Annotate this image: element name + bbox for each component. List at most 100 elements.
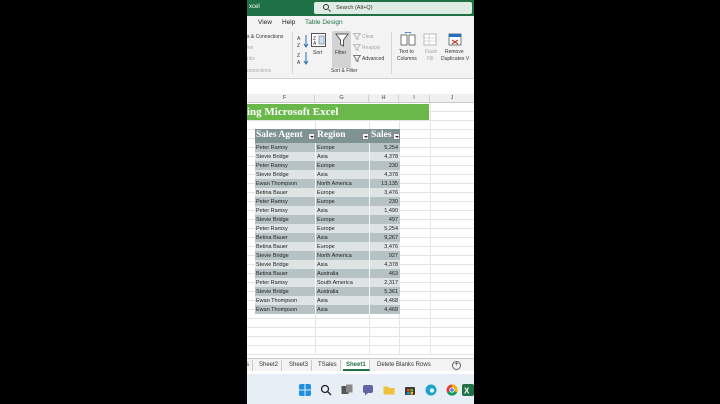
menu-table-design[interactable]: Table Design <box>305 19 343 26</box>
table-row[interactable]: Stevie Bridge Asia 4,378 <box>255 152 400 161</box>
cell-sales: 4,378 <box>384 261 398 268</box>
table-row[interactable]: Stevie Bridge Europe 497 <box>255 215 400 224</box>
sheet-tab-sheet2[interactable]: Sheet2 <box>256 360 283 371</box>
edge-browser-icon[interactable] <box>425 384 437 396</box>
table-row[interactable]: Betina Bauer Europe 3,476 <box>255 188 400 197</box>
table-row[interactable]: Betina Bauer Europe 3,476 <box>255 242 400 251</box>
column-header-j[interactable]: J <box>430 95 474 103</box>
cell-region: Asia <box>317 234 328 241</box>
sheet-tab-sheet1[interactable]: Sheet1 <box>343 360 370 371</box>
title-banner[interactable]: ing Microsoft Excel <box>247 104 429 120</box>
teams-chat-icon[interactable] <box>362 384 374 396</box>
svg-text:X: X <box>464 387 470 396</box>
column-header-h[interactable]: H <box>369 95 399 103</box>
table-row[interactable]: Peter Ramsy Europe 230 <box>255 161 400 170</box>
sheet-tab-tsales[interactable]: TSales <box>315 360 341 371</box>
reapply-icon[interactable] <box>353 44 361 51</box>
filter-dropdown-icon[interactable] <box>393 133 400 140</box>
search-placeholder: Search (Alt+Q) <box>336 5 373 11</box>
file-explorer-icon[interactable] <box>383 384 395 396</box>
queries-connections-button[interactable]: s & Connections <box>247 34 283 40</box>
cell-region: Asia <box>317 207 328 214</box>
text-to-columns-icon[interactable] <box>400 32 416 47</box>
remove-duplicates-label-1[interactable]: Remove <box>445 49 464 55</box>
table-row[interactable]: Stevie Bridge Asia 4,378 <box>255 170 400 179</box>
edit-links-button[interactable]: nks <box>247 56 255 62</box>
search-box[interactable]: Search (Alt+Q) <box>314 2 472 14</box>
table-row[interactable]: Ewan Thompson Asia 4,468 <box>255 296 400 305</box>
cell-sales-agent: Betina Bauer <box>256 270 288 277</box>
remove-duplicates-label-2[interactable]: Duplicates V <box>441 56 469 62</box>
clear-filter-icon[interactable] <box>353 33 361 40</box>
cell-region: Europe <box>317 216 335 223</box>
store-icon[interactable] <box>404 384 416 396</box>
clear-button[interactable]: Clear <box>362 34 374 40</box>
column-header-g[interactable]: G <box>315 95 369 103</box>
remove-duplicates-icon[interactable] <box>448 32 462 47</box>
column-header-f[interactable]: F <box>255 95 315 103</box>
table-row[interactable]: Ewan Thompson North America 13,135 <box>255 179 400 188</box>
header-sales: Sales <box>371 130 392 140</box>
chrome-browser-icon[interactable] <box>446 384 458 396</box>
sheet-tab-s[interactable]: s <box>247 360 253 371</box>
cell-region: North America <box>317 252 352 259</box>
sort-button[interactable]: Sort <box>313 50 322 56</box>
table-row[interactable]: Ewan Thompson Asia 4,468 <box>255 305 400 314</box>
sheet-tab-delete-blanks-rows[interactable]: Delete Blanks Rows <box>374 360 434 371</box>
cell-sales: 3,476 <box>384 243 398 250</box>
header-sales-agent: Sales Agent <box>256 130 303 140</box>
ribbon: s & Connections ies nks onnections A Z Z… <box>247 29 474 79</box>
advanced-filter-icon[interactable] <box>353 55 361 62</box>
menu-help[interactable]: Help <box>282 19 295 26</box>
filter-dropdown-icon[interactable] <box>308 133 315 140</box>
table-row[interactable]: Peter Ramsy Asia 1,490 <box>255 206 400 215</box>
cell-region: Asia <box>317 297 328 304</box>
table-header-row: Sales Agent Region Sales <box>255 129 400 143</box>
cell-region: Europe <box>317 144 335 151</box>
properties-button[interactable]: ies <box>247 45 253 51</box>
reapply-button[interactable]: Reapply <box>362 45 380 51</box>
table-row[interactable]: Stevie Bridge Australia 5,361 <box>255 287 400 296</box>
svg-text:Z: Z <box>297 43 300 48</box>
filter-funnel-icon <box>335 33 349 47</box>
cell-sales-agent: Peter Ramsy <box>256 198 288 205</box>
add-sheet-icon[interactable]: + <box>452 361 461 370</box>
filter-dropdown-icon[interactable] <box>362 133 369 140</box>
table-row[interactable]: Stevie Bridge Asia 4,378 <box>255 260 400 269</box>
sort-dialog-icon[interactable]: Z A <box>311 33 326 47</box>
ribbon-separator <box>391 32 392 74</box>
flash-fill-label-2[interactable]: Fill <box>427 56 433 62</box>
text-to-columns-label-2[interactable]: Columns <box>397 56 417 62</box>
table-row[interactable]: Peter Ramsy Europe 5,254 <box>255 143 400 152</box>
title-bar: xcel Search (Alt+Q) <box>247 0 474 16</box>
task-view-icon[interactable] <box>341 384 353 396</box>
table-row[interactable]: Stevie Bridge North America 927 <box>255 251 400 260</box>
sales-table: Sales Agent Region Sales Peter Ramsy Euro… <box>255 129 400 314</box>
sheet-tab-sheet3[interactable]: Sheet3 <box>286 360 313 371</box>
windows-start-icon[interactable] <box>299 384 311 396</box>
windows-taskbar: X <box>247 374 474 404</box>
column-header-i[interactable]: I <box>399 95 430 103</box>
cell-region: Australia <box>317 288 339 295</box>
cell-sales: 4,468 <box>384 306 398 313</box>
menu-bar: View Help Table Design <box>247 16 474 29</box>
cell-sales-agent: Betina Bauer <box>256 234 288 241</box>
menu-view[interactable]: View <box>258 19 272 26</box>
table-row[interactable]: Betina Bauer Australia 463 <box>255 269 400 278</box>
table-row[interactable]: Peter Ramsy South America 2,317 <box>255 278 400 287</box>
cell-sales: 1,490 <box>384 207 398 214</box>
table-row[interactable]: Peter Ramsy Europe 5,254 <box>255 224 400 233</box>
flash-fill-icon[interactable] <box>423 32 437 47</box>
table-row[interactable]: Betina Bauer Asia 9,267 <box>255 233 400 242</box>
excel-app-icon[interactable]: X <box>462 384 474 396</box>
taskbar-search-icon[interactable] <box>320 384 332 396</box>
advanced-button[interactable]: Advanced <box>362 56 384 62</box>
cell-region: Asia <box>317 306 328 313</box>
sort-az-icon[interactable]: A Z <box>297 34 309 48</box>
table-row[interactable]: Peter Ramsy Europe 230 <box>255 197 400 206</box>
sort-za-icon[interactable]: Z A <box>297 51 309 65</box>
cell-sales: 5,254 <box>384 144 398 151</box>
flash-fill-label-1[interactable]: Flash <box>425 49 437 55</box>
cell-region: Asia <box>317 171 328 178</box>
text-to-columns-label-1[interactable]: Text to <box>399 49 414 55</box>
